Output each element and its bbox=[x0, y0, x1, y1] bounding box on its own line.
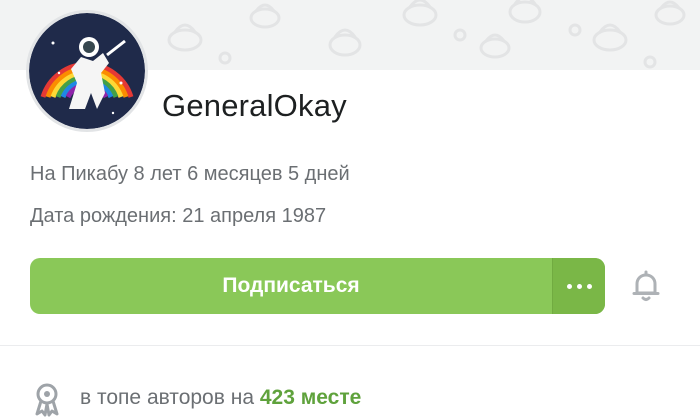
more-options-button[interactable] bbox=[552, 258, 605, 314]
more-dot bbox=[586, 283, 592, 289]
subscribe-button[interactable]: Подписаться bbox=[30, 258, 552, 314]
award-ribbon-icon bbox=[32, 381, 62, 417]
section-divider bbox=[0, 345, 700, 346]
bell-icon bbox=[632, 270, 660, 301]
author-rank: в топе авторов на 423 месте bbox=[80, 386, 361, 410]
astronaut-unicorn-rainbow-avatar bbox=[29, 13, 145, 129]
username: GeneralOkay bbox=[162, 88, 347, 123]
notifications-bell-button[interactable] bbox=[628, 268, 664, 304]
birth-date: Дата рождения: 21 апреля 1987 bbox=[30, 205, 327, 227]
more-dots-icon bbox=[566, 283, 572, 289]
author-rank-place[interactable]: 423 месте bbox=[260, 386, 361, 409]
membership-duration: На Пикабу 8 лет 6 месяцев 5 дней bbox=[30, 163, 350, 185]
avatar[interactable] bbox=[26, 10, 148, 132]
author-rank-prefix: в топе авторов на bbox=[80, 386, 254, 409]
more-dot bbox=[576, 283, 582, 289]
subscribe-button-group: Подписаться bbox=[30, 258, 605, 314]
